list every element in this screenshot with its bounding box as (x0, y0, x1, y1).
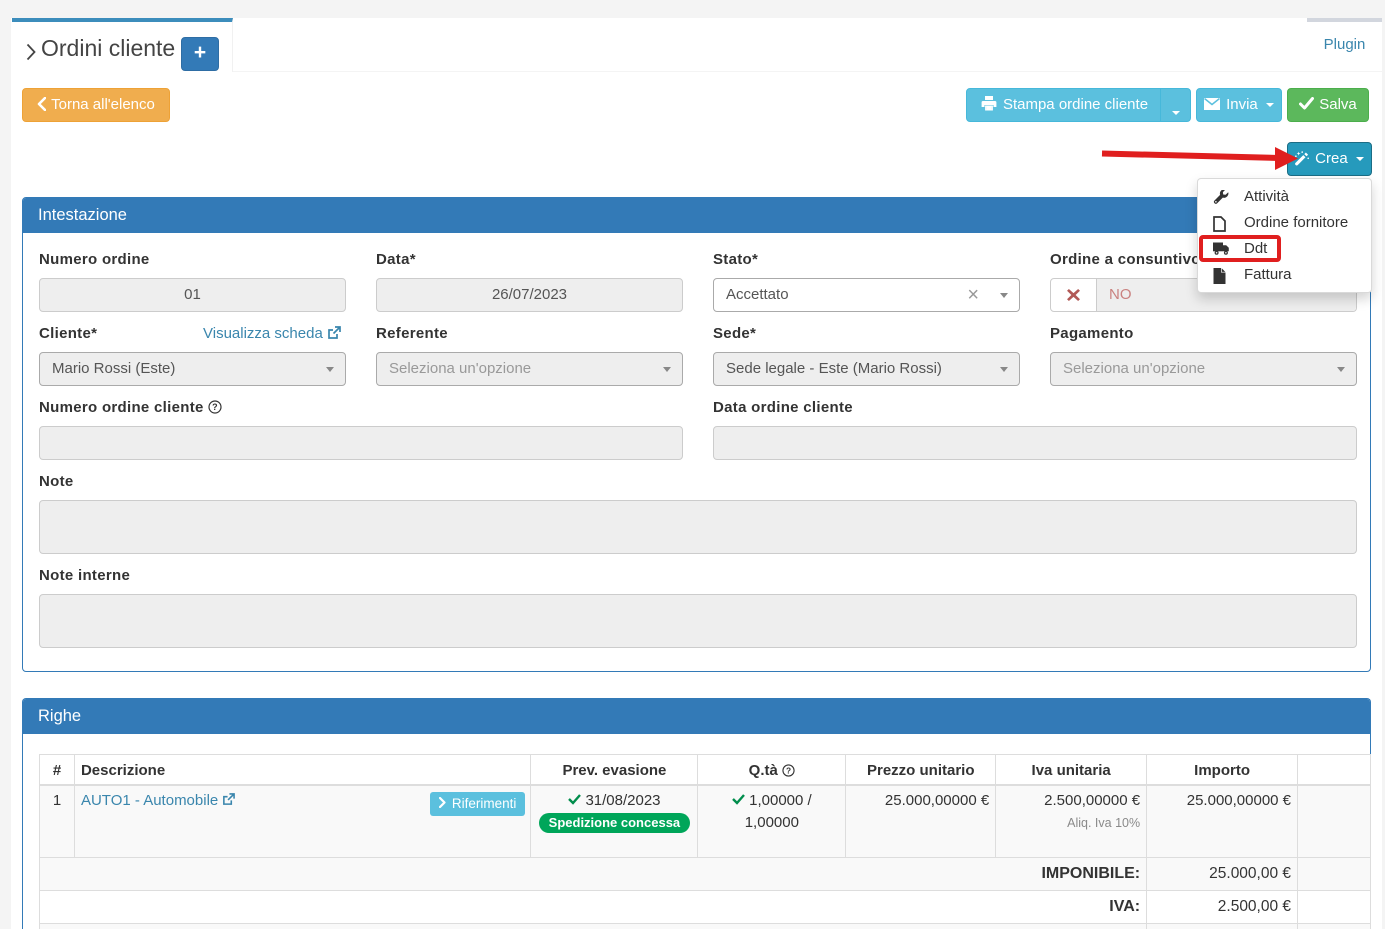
svg-text:?: ? (786, 765, 791, 775)
svg-text:?: ? (212, 402, 218, 412)
